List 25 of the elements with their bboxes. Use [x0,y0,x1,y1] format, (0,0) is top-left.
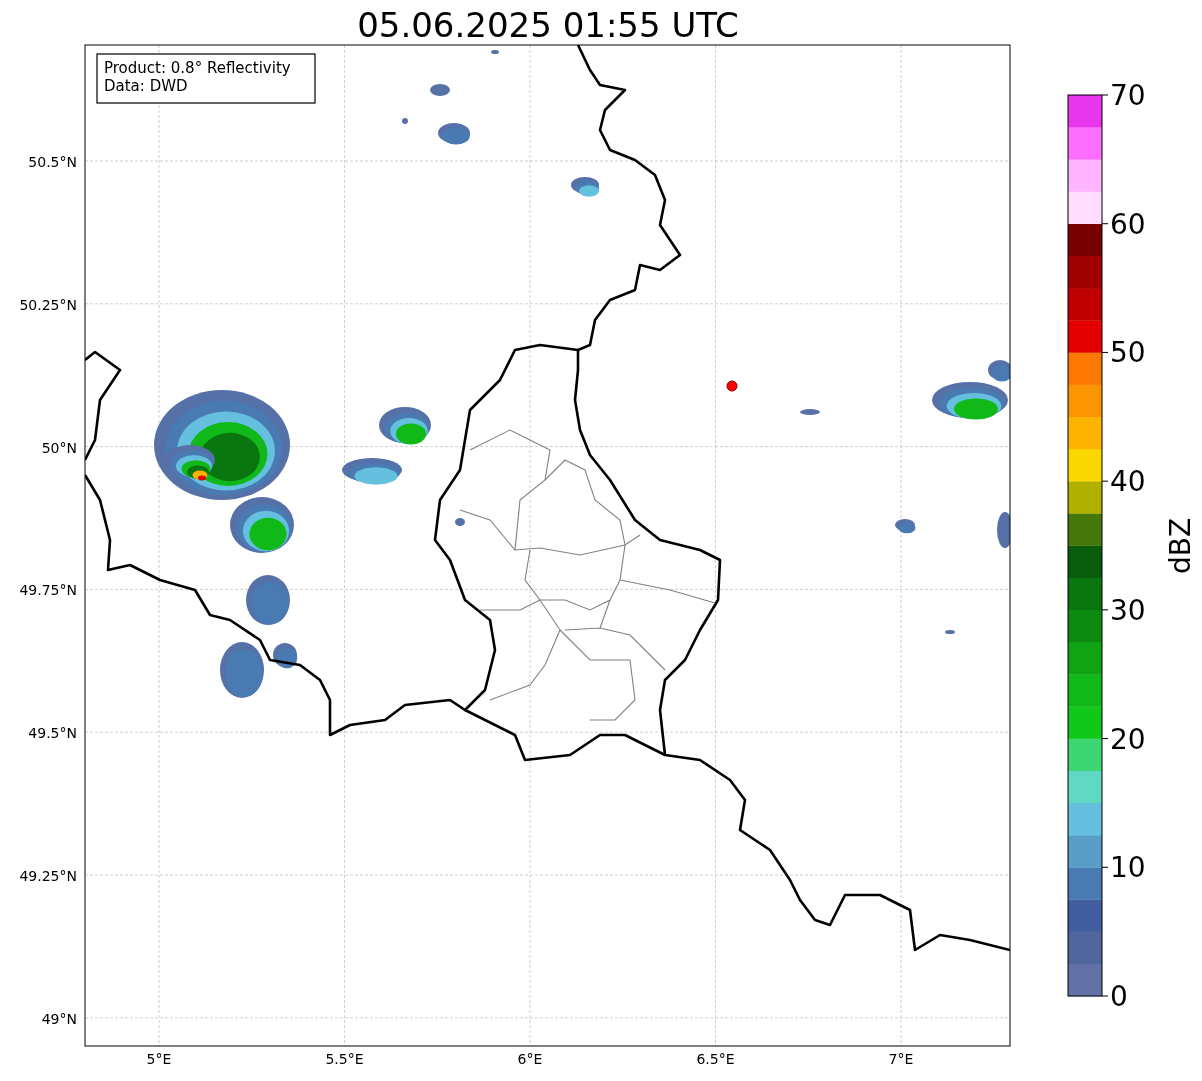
colorbar-tick-label: 10 [1110,851,1146,885]
info-text: Data: DWD [104,77,188,95]
axis-tick-label: 49.5°N [28,725,77,742]
colorbar-tick-label: 20 [1110,722,1146,756]
axis-tick-label: 50°N [41,439,77,456]
axis-tick-label: 6°E [517,1051,543,1067]
radar-site-marker [726,380,738,392]
colorbar-tick-label: 70 [1110,79,1146,112]
axis-tick-label: 49°N [41,1010,77,1027]
colorbar-tick-label: 40 [1110,465,1146,499]
axis-tick-label: 50.5°N [28,154,77,170]
axis-tick-label: 5°E [146,1051,172,1067]
colorbar-tick-label: 0 [1110,980,1128,1013]
info-text: Product: 0.8° Reflectivity [104,59,291,77]
colorbar-label: dBZ [1164,517,1197,575]
colorbar-tick-label: 30 [1110,593,1146,627]
axis-tick-label: 50.25°N [19,296,77,313]
axis-tick-label: 49.75°N [19,582,77,599]
axis-tick-label: 7°E [888,1051,914,1067]
colorbar-tick-label: 60 [1110,207,1146,241]
axis-tick-label: 49.25°N [19,868,77,884]
colorbar-tick-label: 50 [1110,336,1146,370]
chart-title: 05.06.2025 01:55 UTC [357,5,739,45]
axis-tick-label: 5.5°E [325,1051,364,1067]
axis-tick-label: 6.5°E [696,1051,735,1067]
